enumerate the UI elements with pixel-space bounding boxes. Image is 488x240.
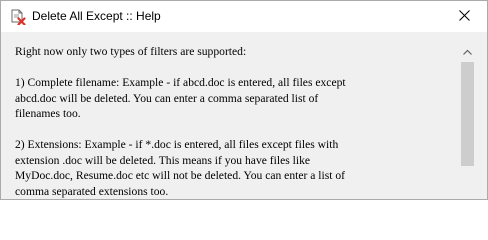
help-line: comma separated extensions too. <box>15 184 169 198</box>
chevron-up-icon <box>463 42 472 60</box>
scroll-thumb[interactable] <box>461 62 474 166</box>
scroll-up-button[interactable] <box>459 42 476 59</box>
help-line: MyDoc.doc, Resume.doc etc will not be de… <box>15 169 346 182</box>
close-button[interactable] <box>441 1 487 32</box>
help-line: filenames too. <box>15 107 81 120</box>
title-bar[interactable]: Delete All Except :: Help <box>1 1 487 32</box>
help-line: abcd.doc will be deleted. You can enter … <box>15 91 319 105</box>
close-icon <box>458 8 470 26</box>
help-line: 1) Complete filename: Example - if abcd.… <box>15 76 346 89</box>
help-window: Delete All Except :: Help Right now only… <box>0 0 488 200</box>
help-line <box>15 60 455 76</box>
help-line <box>15 122 455 138</box>
vertical-scrollbar[interactable] <box>459 42 476 199</box>
window-title: Delete All Except :: Help <box>32 9 161 23</box>
help-line: 2) Extensions: Example - if *.doc is ent… <box>15 138 339 151</box>
help-line: Right now only two types of filters are … <box>15 45 247 58</box>
help-line: extension .doc will be deleted. This mea… <box>15 153 311 167</box>
help-content: Right now only two types of filters are … <box>1 32 487 199</box>
help-text-area[interactable]: Right now only two types of filters are … <box>1 32 455 199</box>
delete-document-icon <box>10 9 26 26</box>
